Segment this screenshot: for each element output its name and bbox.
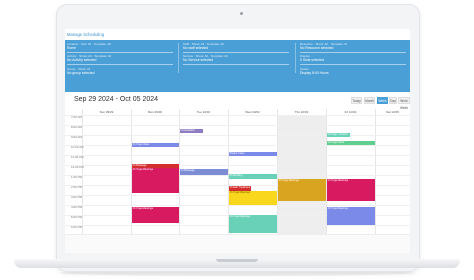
month-view-button[interactable]: Month [364, 97, 375, 104]
calendar-event[interactable]: Consultation [180, 129, 203, 133]
time-label: 8:00 AM [71, 125, 83, 129]
calendar-event[interactable]: 1h Yoga Meetings [278, 179, 326, 201]
filter-divider [178, 43, 179, 73]
calendar-event[interactable]: 1h Yoga Meetings [229, 191, 277, 205]
calendar-event[interactable]: 1h Yoga Meetings [327, 179, 375, 201]
time-label: 11:00 AM [71, 155, 84, 159]
calendar-event[interactable]: 1h Yoga Class [327, 141, 375, 145]
grid-row-line [65, 205, 410, 206]
time-label: 7:00 AM [71, 115, 83, 119]
grid-row-line [65, 135, 410, 136]
today-button[interactable]: Today [351, 97, 362, 104]
activity-underline [67, 64, 173, 65]
calendar-event[interactable]: 1h Massage [180, 169, 228, 175]
resource-underline [300, 52, 406, 53]
week-view-button[interactable]: Week [377, 97, 388, 104]
display-select[interactable]: 0 Slots selected [300, 58, 408, 63]
app-title: Manage Scheduling [67, 32, 105, 37]
filter-panel: Location · Sort: ID · Template: All Rome… [65, 40, 410, 92]
screen-footer [65, 234, 410, 253]
date-range-text: Sep 29 2024 - Oct 05 2024 [74, 96, 159, 103]
time-label: 3:00 PM [71, 195, 83, 199]
time-label: 10:00 AM [71, 145, 84, 149]
calendar-event[interactable]: 1h Yoga Class [132, 143, 179, 147]
calendar-event[interactable]: 1h Yoga Meetings [132, 168, 179, 193]
staff-select[interactable]: No staff selected [183, 46, 291, 51]
location-underline [67, 52, 173, 53]
display-underline [300, 64, 406, 65]
app-screen: Manage Scheduling Location · Sort: ID · … [65, 29, 410, 253]
option-checkbox[interactable]: Display 8:00 Hours [300, 71, 408, 76]
group-select[interactable]: No group selected [67, 71, 175, 76]
activity-select[interactable]: No Activity selected [67, 58, 175, 63]
time-label: 2:00 PM [71, 185, 83, 189]
time-label: 1:00 PM [71, 175, 83, 179]
service-underline [183, 64, 289, 65]
grid-row-line [65, 145, 410, 146]
filter-divider [295, 43, 296, 73]
date-range-title: Sep 29 2024 - Oct 05 2024 [74, 96, 158, 104]
time-label: 5:00 PM [71, 215, 83, 219]
grid-row-line [65, 125, 410, 126]
calendar-event[interactable]: 1h Yoga Meetings [327, 207, 375, 225]
grid-row-line [65, 165, 410, 166]
camera-icon [240, 12, 243, 15]
time-label: 4:00 PM [71, 205, 83, 209]
calendar-event[interactable]: 1h Yoga Meetings [132, 207, 179, 223]
calendar-event[interactable]: 1h Yoga Meetings [229, 215, 277, 233]
location-select[interactable]: Rome [67, 46, 175, 51]
time-label: 12:00 PM [71, 165, 84, 169]
laptop-notch [216, 259, 258, 262]
work-week-button[interactable]: Work Week [398, 97, 410, 110]
staff-underline [183, 52, 289, 53]
grid-row-line [65, 115, 410, 116]
calendar-event[interactable]: 1h Meeting [229, 174, 277, 179]
calendar-event[interactable]: 1h Yoga · Fitness [327, 133, 350, 137]
time-label: 6:00 PM [71, 225, 83, 229]
calendar-event[interactable]: Pilates Class [229, 152, 277, 156]
service-select[interactable]: No Service selected [183, 58, 291, 63]
day-view-button[interactable]: Day [389, 97, 397, 104]
week-calendar-grid: Sun 09/29 Mon 09/30 Tue 10/01 Wed 10/02 … [65, 109, 410, 234]
time-label: 9:00 AM [71, 135, 83, 139]
resource-select[interactable]: No Resource selected [300, 46, 408, 51]
